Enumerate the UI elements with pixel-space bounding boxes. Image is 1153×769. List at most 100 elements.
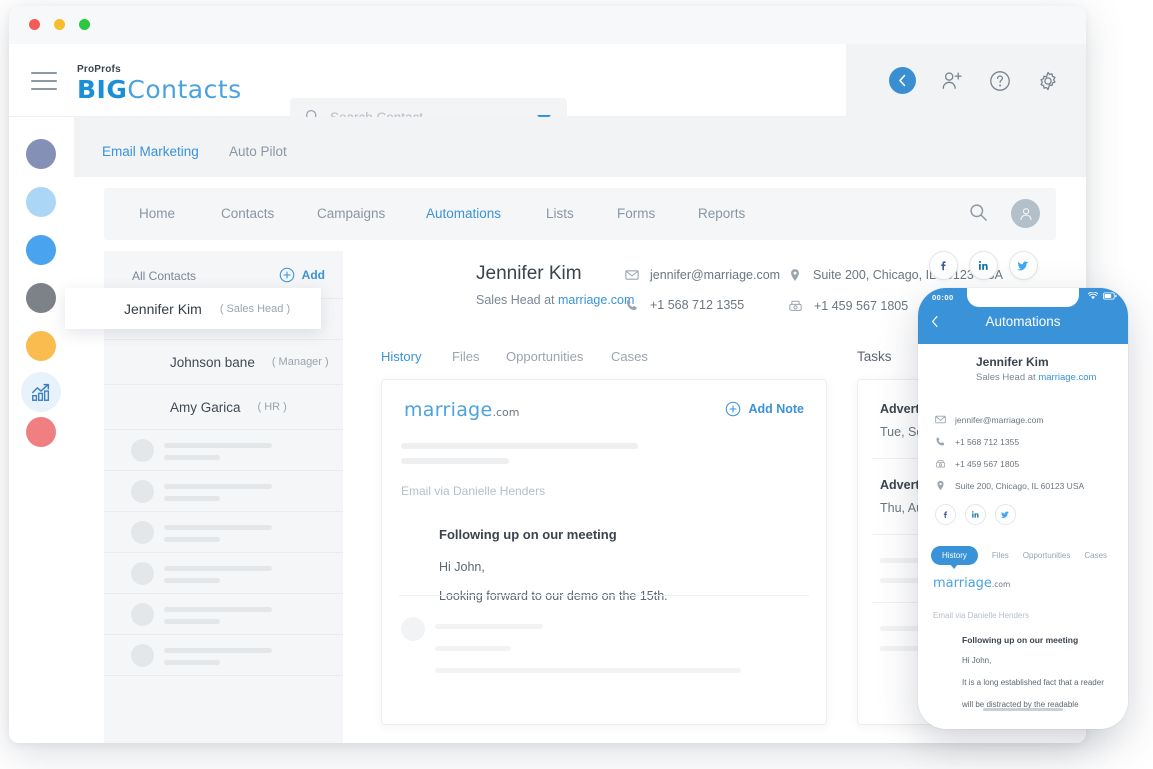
nav-item-contacts[interactable]: Contacts <box>221 206 274 221</box>
contact-role: ( Sales Head ) <box>219 302 291 315</box>
contact-role: ( Manager ) <box>271 356 329 368</box>
list-item[interactable] <box>104 594 343 635</box>
rail-item-dashboard[interactable] <box>26 139 56 169</box>
phone-contact-name: Jennifer Kim <box>976 355 1049 369</box>
phone-tab-cases[interactable]: Cases <box>1084 551 1107 560</box>
content-tab-cases[interactable]: Cases <box>611 349 648 364</box>
rail-item-reports[interactable] <box>21 372 61 412</box>
list-item[interactable] <box>104 512 343 553</box>
tasks-panel-header: Tasks <box>857 349 892 364</box>
twitter-icon[interactable] <box>995 504 1016 525</box>
facebook-icon[interactable] <box>935 504 956 525</box>
phone-contact-title-prefix: Sales Head at <box>976 372 1039 383</box>
list-item[interactable] <box>104 430 343 471</box>
close-window-button[interactable] <box>29 19 40 30</box>
linkedin-icon[interactable] <box>969 251 998 280</box>
rail-item-contacts[interactable] <box>26 187 56 217</box>
contact-avatar <box>404 257 458 311</box>
tab-auto-pilot[interactable]: Auto Pilot <box>229 144 287 159</box>
message-body: Looking forward to our demo on the 15th. <box>439 589 668 603</box>
history-via-label: Email via Danielle Henders <box>401 484 546 498</box>
message-subject: Following up on our meeting <box>439 527 617 542</box>
message-avatar <box>401 524 428 551</box>
skeleton-line <box>401 443 638 449</box>
minimize-window-button[interactable] <box>54 19 65 30</box>
phone-tab-files[interactable]: Files <box>992 551 1009 560</box>
all-contacts-label: All Contacts <box>132 269 197 283</box>
phone-address-field[interactable]: Suite 200, Chicago, IL 60123 USA <box>935 480 1084 491</box>
contact-phone-field[interactable]: +1 568 712 1355 <box>625 298 744 312</box>
contact-office-phone-field[interactable]: +1 459 567 1805 <box>788 298 908 313</box>
contact-name: Amy Garica <box>170 399 241 415</box>
list-item[interactable] <box>104 635 343 676</box>
nav-item-automations[interactable]: Automations <box>426 206 501 221</box>
contact-name-heading: Jennifer Kim <box>476 263 582 284</box>
content-tab-files[interactable]: Files <box>452 349 479 364</box>
list-item[interactable] <box>104 553 343 594</box>
gear-icon[interactable] <box>1036 69 1060 93</box>
contact-company-link[interactable]: marriage.com <box>558 293 634 307</box>
phone-marriage-logo-tld: .com <box>991 580 1011 589</box>
phone-home-indicator[interactable] <box>983 708 1063 711</box>
phone-icon <box>936 437 945 446</box>
phone-phone-field[interactable]: +1 568 712 1355 <box>935 436 1019 447</box>
twitter-icon[interactable] <box>1009 251 1038 280</box>
rail-item-campaigns[interactable] <box>26 235 56 265</box>
nav-item-lists[interactable]: Lists <box>546 206 574 221</box>
tab-email-marketing[interactable]: Email Marketing <box>102 144 199 159</box>
phone-email-field[interactable]: jennifer@marriage.com <box>935 414 1043 425</box>
avatar <box>85 296 111 322</box>
contact-email-field[interactable]: jennifer@marriage.com <box>625 268 780 282</box>
sub-tab-bar: Email Marketing Auto Pilot <box>74 117 1086 177</box>
add-user-icon[interactable] <box>940 69 964 93</box>
phone-contact-avatar <box>935 354 966 385</box>
rail-item-tasks[interactable] <box>26 283 56 313</box>
phone-screen-title: Automations <box>985 314 1061 329</box>
avatar <box>132 394 158 420</box>
wifi-icon <box>1088 292 1098 300</box>
phone-office-phone-field[interactable]: +1 459 567 1805 <box>935 458 1019 469</box>
nav-item-reports[interactable]: Reports <box>698 206 745 221</box>
maximize-window-button[interactable] <box>79 19 90 30</box>
nav-item-campaigns[interactable]: Campaigns <box>317 206 385 221</box>
add-contact-button[interactable]: Add <box>279 267 325 283</box>
linkedin-icon[interactable] <box>965 504 986 525</box>
chart-icon <box>32 383 50 401</box>
contact-phone-value: +1 568 712 1355 <box>650 298 745 312</box>
phone-tab-opportunities[interactable]: Opportunities <box>1023 551 1071 560</box>
rail-item-settings[interactable] <box>26 417 56 447</box>
contact-row-johnson-bane[interactable]: Johnson bane ( Manager ) <box>104 340 343 385</box>
content-tab-history[interactable]: History <box>381 349 421 364</box>
battery-icon <box>1103 292 1117 300</box>
social-links <box>929 251 1038 280</box>
phone-contact-company-link[interactable]: marriage.com <box>1038 372 1096 383</box>
add-contact-label: Add <box>301 268 325 282</box>
nav-item-forms[interactable]: Forms <box>617 206 655 221</box>
brand-logo-big: BIG <box>77 75 128 104</box>
phone-icon <box>626 299 637 311</box>
rail-item-calendar[interactable] <box>26 331 56 361</box>
facebook-icon[interactable] <box>929 251 958 280</box>
phone-message-line-1: It is a long established fact that a rea… <box>962 678 1104 687</box>
list-item[interactable] <box>104 471 343 512</box>
contact-row-amy-garica[interactable]: Amy Garica ( HR ) <box>104 385 343 430</box>
phone-message-avatar <box>933 633 952 652</box>
content-tab-opportunities[interactable]: Opportunities <box>506 349 583 364</box>
plus-circle-icon <box>726 401 741 417</box>
help-icon[interactable] <box>988 69 1012 93</box>
collapse-chevron-icon[interactable] <box>889 67 916 94</box>
nav-user-avatar[interactable] <box>1011 199 1040 228</box>
phone-status-icons <box>1088 292 1117 300</box>
contact-row-jennifer-kim[interactable]: Jennifer Kim ( Sales Head ) <box>65 288 321 329</box>
nav-item-home[interactable]: Home <box>139 206 175 221</box>
phone-contact-title: Sales Head at marriage.com <box>976 372 1096 383</box>
nav-search-icon[interactable] <box>969 203 988 227</box>
phone-tab-history[interactable]: History <box>931 546 978 569</box>
contact-name: Johnson bane <box>170 354 255 370</box>
add-note-label: Add Note <box>748 402 804 416</box>
menu-icon[interactable] <box>31 72 57 90</box>
contact-office-phone-value: +1 459 567 1805 <box>814 298 909 313</box>
header-actions <box>846 44 1086 117</box>
plus-circle-icon <box>279 267 294 283</box>
add-note-button[interactable]: Add Note <box>725 401 804 417</box>
